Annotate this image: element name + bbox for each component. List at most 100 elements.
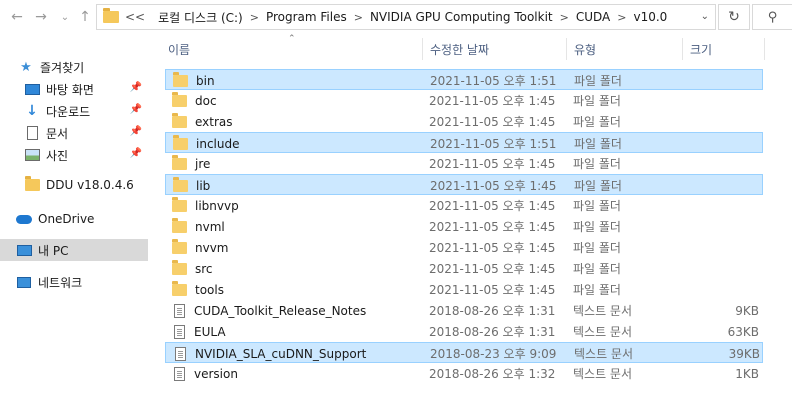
file-name-cell[interactable]: include: [168, 133, 239, 154]
file-name-cell[interactable]: version: [167, 363, 238, 384]
refresh-icon[interactable]: ↻: [718, 4, 750, 30]
pin-icon[interactable]: 📌: [130, 104, 142, 115]
file-modified-date: 2021-11-05 오후 1:45: [429, 157, 556, 171]
address-toolbar: ← → ⌄ ↑ << 로컬 디스크 (C:) > Program Files >…: [0, 0, 792, 34]
file-size: [677, 258, 759, 279]
file-name-cell[interactable]: nvvm: [167, 237, 229, 258]
nav-item-label: 사진: [46, 148, 69, 163]
breadcrumb-crumb[interactable]: v10.0: [633, 10, 667, 24]
column-header-size[interactable]: 크기: [690, 34, 712, 64]
column-divider[interactable]: [682, 38, 683, 60]
file-name-cell[interactable]: extras: [167, 111, 233, 132]
file-row[interactable]: CUDA_Toolkit_Release_Notes 2018-08-26 오후 …: [165, 300, 763, 321]
file-name-cell[interactable]: nvml: [167, 216, 225, 237]
breadcrumb-crumb[interactable]: NVIDIA GPU Computing Toolkit: [370, 10, 553, 24]
file-modified-date: 2021-11-05 오후 1:45: [429, 115, 556, 129]
file-type: 파일 폴더: [573, 199, 621, 213]
text-document-icon: [174, 324, 185, 339]
folder-row[interactable]: jre 2021-11-05 오후 1:45 파일 폴더: [165, 153, 763, 174]
pin-icon[interactable]: 📌: [130, 148, 142, 159]
nav-item-desktop[interactable]: 바탕 화면 📌: [0, 78, 148, 100]
breadcrumb-crumb[interactable]: CUDA: [576, 10, 610, 24]
file-name-cell[interactable]: src: [167, 258, 213, 279]
address-bar[interactable]: << 로컬 디스크 (C:) > Program Files > NVIDIA …: [96, 4, 716, 30]
column-divider[interactable]: [566, 38, 567, 60]
file-name-cell[interactable]: lib: [168, 175, 210, 196]
breadcrumb-separator[interactable]: >: [560, 11, 569, 24]
breadcrumb-overflow[interactable]: <<: [125, 10, 145, 24]
pin-icon[interactable]: 📌: [130, 126, 142, 137]
nav-item-quick-access[interactable]: ★ 즐겨찾기: [0, 56, 148, 78]
file-size: [678, 133, 760, 154]
folder-row[interactable]: src 2021-11-05 오후 1:45 파일 폴더: [165, 258, 763, 279]
folder-icon: [172, 280, 187, 296]
file-name-cell[interactable]: doc: [167, 90, 217, 111]
text-document-icon: [174, 303, 185, 318]
forward-arrow-icon[interactable]: →: [32, 7, 50, 27]
file-row[interactable]: NVIDIA_SLA_cuDNN_Support 2018-08-23 오후 9:…: [165, 342, 763, 363]
file-name: include: [196, 136, 240, 151]
recent-locations-chevron-icon[interactable]: ⌄: [56, 7, 74, 27]
folder-icon: [172, 196, 187, 212]
breadcrumb-crumb[interactable]: Program Files: [266, 10, 347, 24]
folder-row[interactable]: nvml 2021-11-05 오후 1:45 파일 폴더: [165, 216, 763, 237]
nav-item-ddu[interactable]: DDU v18.0.4.6: [0, 174, 148, 196]
address-dropdown-icon[interactable]: ⌄: [701, 11, 709, 22]
breadcrumb-crumb[interactable]: 로컬 디스크 (C:): [158, 9, 243, 26]
nav-item-label: DDU v18.0.4.6: [46, 178, 134, 192]
file-name-cell[interactable]: CUDA_Toolkit_Release_Notes: [167, 300, 366, 321]
nav-item-documents[interactable]: 문서 📌: [0, 122, 148, 144]
file-name: doc: [195, 93, 217, 108]
column-divider[interactable]: [422, 38, 423, 60]
breadcrumb-separator[interactable]: >: [250, 11, 259, 24]
search-icon[interactable]: ⚲: [752, 4, 792, 30]
file-name: NVIDIA_SLA_cuDNN_Support: [195, 346, 367, 361]
folder-row[interactable]: include 2021-11-05 오후 1:51 파일 폴더: [165, 132, 763, 153]
file-type: 파일 폴더: [573, 241, 621, 255]
sort-ascending-icon: ⌃: [288, 34, 296, 44]
nav-item-onedrive[interactable]: OneDrive: [0, 208, 148, 230]
back-arrow-icon[interactable]: ←: [8, 7, 26, 27]
file-name-cell[interactable]: bin: [168, 70, 215, 91]
pin-icon[interactable]: 📌: [130, 82, 142, 93]
column-header-type[interactable]: 유형: [574, 34, 596, 64]
nav-item-pictures[interactable]: 사진 📌: [0, 144, 148, 166]
folder-icon: [173, 71, 188, 87]
file-name-cell[interactable]: jre: [167, 153, 210, 174]
folder-icon: [173, 176, 188, 192]
file-modified-date: 2021-11-05 오후 1:45: [429, 220, 556, 234]
navigation-pane: ★ 즐겨찾기 바탕 화면 📌 ↓ 다운로드 📌 문서 📌 사진 📌 DDU v1…: [0, 34, 148, 406]
nav-item-network[interactable]: 네트워크: [0, 271, 148, 293]
folder-icon: [172, 238, 187, 254]
folder-row[interactable]: nvvm 2021-11-05 오후 1:45 파일 폴더: [165, 237, 763, 258]
breadcrumb-separator[interactable]: >: [617, 11, 626, 24]
nav-item-label: 바탕 화면: [46, 82, 94, 97]
file-type: 파일 폴더: [573, 115, 621, 129]
file-row[interactable]: EULA 2018-08-26 오후 1:31 텍스트 문서 63KB: [165, 321, 763, 342]
folder-icon: [172, 112, 187, 128]
folder-row[interactable]: bin 2021-11-05 오후 1:51 파일 폴더: [165, 69, 763, 90]
column-header-date[interactable]: 수정한 날짜: [430, 34, 489, 64]
file-name-cell[interactable]: libnvvp: [167, 195, 239, 216]
folder-row[interactable]: lib 2021-11-05 오후 1:45 파일 폴더: [165, 174, 763, 195]
file-size: [677, 195, 759, 216]
file-name-cell[interactable]: NVIDIA_SLA_cuDNN_Support: [168, 343, 366, 364]
file-row[interactable]: version 2018-08-26 오후 1:32 텍스트 문서 1KB: [165, 363, 763, 384]
folder-row[interactable]: doc 2021-11-05 오후 1:45 파일 폴더: [165, 90, 763, 111]
file-name-cell[interactable]: EULA: [167, 321, 226, 342]
file-name-cell[interactable]: tools: [167, 279, 224, 300]
file-name: libnvvp: [195, 198, 239, 213]
file-size: 39KB: [728, 346, 760, 361]
column-divider[interactable]: [764, 38, 765, 60]
folder-row[interactable]: libnvvp 2021-11-05 오후 1:45 파일 폴더: [165, 195, 763, 216]
nav-item-downloads[interactable]: ↓ 다운로드 📌: [0, 100, 148, 122]
star-icon: ★: [20, 59, 32, 75]
up-arrow-icon[interactable]: ↑: [76, 7, 94, 27]
pc-icon: [16, 242, 32, 258]
folder-row[interactable]: tools 2021-11-05 오후 1:45 파일 폴더: [165, 279, 763, 300]
nav-item-this-pc[interactable]: 내 PC: [0, 239, 148, 261]
column-header-name[interactable]: 이름: [168, 34, 190, 64]
file-size: [677, 153, 759, 174]
breadcrumb-separator[interactable]: >: [354, 11, 363, 24]
folder-row[interactable]: extras 2021-11-05 오후 1:45 파일 폴더: [165, 111, 763, 132]
